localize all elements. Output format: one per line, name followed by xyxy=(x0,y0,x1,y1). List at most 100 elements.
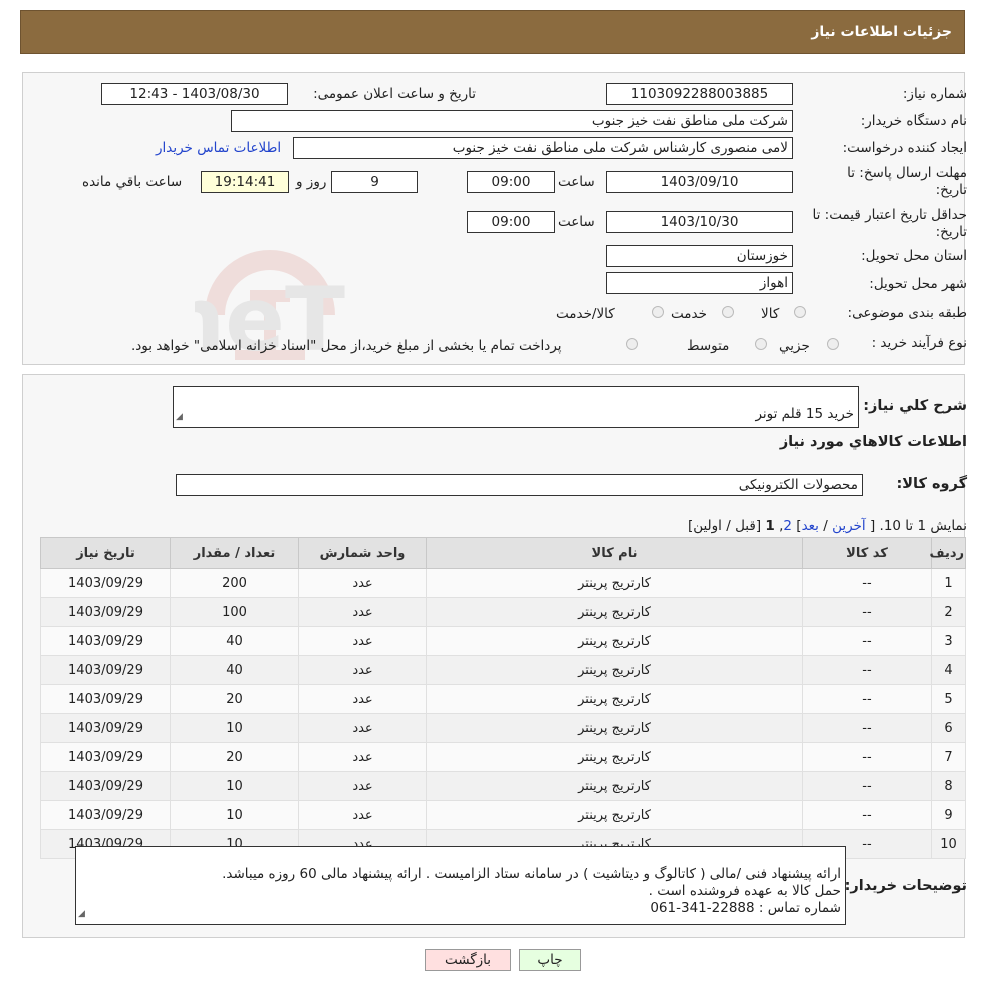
cell-item-name: کارتریج پرینتر xyxy=(426,713,803,743)
category-radio-goods-service[interactable] xyxy=(652,306,664,318)
table-header-row: رديف کد کالا نام کالا واحد شمارش تعداد /… xyxy=(40,537,966,569)
cell-need-date: 1403/09/29 xyxy=(40,655,171,685)
cell-row-number: 3 xyxy=(931,626,966,656)
deadline-label-2: تاریخ: xyxy=(935,182,967,198)
col-unit: واحد شمارش xyxy=(298,537,427,569)
cell-need-date: 1403/09/29 xyxy=(40,771,171,801)
cell-need-date: 1403/09/29 xyxy=(40,626,171,656)
page-title: جزئیات اطلاعات نیاز xyxy=(811,24,952,40)
summary-field: خرید 15 قلم تونر ◢ xyxy=(173,386,859,428)
cell-row-number: 4 xyxy=(931,655,966,685)
cell-item-name: کارتریج پرینتر xyxy=(426,626,803,656)
creator-field: لامی منصوری کارشناس شرکت ملی مناطق نفت خ… xyxy=(293,137,793,159)
process-radio-treasury[interactable] xyxy=(626,338,638,350)
process-radio-medium[interactable] xyxy=(755,338,767,350)
table-row: 8 -- کارتریج پرینتر عدد 10 1403/09/29 xyxy=(40,771,966,801)
cell-item-code: -- xyxy=(802,742,932,772)
cell-item-code: -- xyxy=(802,568,932,598)
validity-time-field: 09:00 xyxy=(467,211,555,233)
remaining-time-field: 19:14:41 xyxy=(201,171,289,193)
cell-row-number: 5 xyxy=(931,684,966,714)
cell-unit: عدد xyxy=(298,626,427,656)
days-remaining-field: 9 xyxy=(331,171,418,193)
page-next-link[interactable]: بعد xyxy=(802,518,819,534)
table-row: 3 -- کارتریج پرینتر عدد 40 1403/09/29 xyxy=(40,626,966,656)
resize-grip-icon[interactable]: ◢ xyxy=(176,409,183,426)
print-button[interactable]: چاپ xyxy=(519,949,581,971)
cell-need-date: 1403/09/29 xyxy=(40,597,171,627)
process-note: پرداخت تمام یا بخشی از مبلغ خرید،از محل … xyxy=(131,338,562,354)
cell-item-name: کارتریج پرینتر xyxy=(426,655,803,685)
remaining-label: ساعت باقي مانده xyxy=(82,174,183,190)
category-radio-service[interactable] xyxy=(722,306,734,318)
cell-item-code: -- xyxy=(802,626,932,656)
cell-item-code: -- xyxy=(802,800,932,830)
page-current: 1 xyxy=(765,518,775,534)
city-label: شهر محل تحویل: xyxy=(869,276,967,292)
cell-item-code: -- xyxy=(802,597,932,627)
days-label: روز و xyxy=(296,174,327,190)
deadline-label: مهلت ارسال پاسخ: تا xyxy=(847,165,967,181)
city-field: اهواز xyxy=(606,272,793,294)
process-label: نوع فرآیند خرید : xyxy=(871,335,967,351)
back-button[interactable]: بازگشت xyxy=(425,949,511,971)
page-2-link[interactable]: 2 xyxy=(783,518,792,534)
process-radio-minor[interactable] xyxy=(827,338,839,350)
goods-group-field: محصولات الکترونیکی xyxy=(176,474,863,496)
table-row: 4 -- کارتریج پرینتر عدد 40 1403/09/29 xyxy=(40,655,966,685)
items-heading: اطلاعات کالاهاي مورد نياز xyxy=(779,434,967,450)
cell-row-number: 10 xyxy=(931,829,966,859)
items-table: رديف کد کالا نام کالا واحد شمارش تعداد /… xyxy=(40,537,966,859)
cell-quantity: 20 xyxy=(170,742,299,772)
process-option-medium: متوسط xyxy=(687,338,730,354)
deadline-time-field: 09:00 xyxy=(467,171,555,193)
validity-label: حداقل تاریخ اعتبار قیمت: تا xyxy=(812,207,967,223)
cell-item-name: کارتریج پرینتر xyxy=(426,742,803,772)
cell-quantity: 10 xyxy=(170,713,299,743)
cell-quantity: 40 xyxy=(170,655,299,685)
cell-row-number: 1 xyxy=(931,568,966,598)
goods-group-label: گروه کالا: xyxy=(896,476,967,492)
buyer-org-label: نام دستگاه خریدار: xyxy=(860,113,967,129)
page-header: جزئیات اطلاعات نیاز xyxy=(20,10,965,54)
need-number-label: شماره نیاز: xyxy=(902,86,967,102)
category-label: طبقه بندی موضوعی: xyxy=(847,305,967,321)
cell-row-number: 6 xyxy=(931,713,966,743)
cell-unit: عدد xyxy=(298,655,427,685)
table-row: 9 -- کارتریج پرینتر عدد 10 1403/09/29 xyxy=(40,800,966,830)
announce-label: تاریخ و ساعت اعلان عمومی: xyxy=(313,86,476,102)
col-need-date: تاریخ نیاز xyxy=(40,537,171,569)
cell-unit: عدد xyxy=(298,742,427,772)
cell-unit: عدد xyxy=(298,713,427,743)
col-item-name: نام کالا xyxy=(426,537,803,569)
cell-row-number: 2 xyxy=(931,597,966,627)
creator-label: ایجاد کننده درخواست: xyxy=(842,140,967,156)
announce-datetime-field: 1403/08/30 - 12:43 xyxy=(101,83,288,105)
buyer-org-field: شرکت ملی مناطق نفت خیز جنوب xyxy=(231,110,793,132)
buyer-contact-link[interactable]: اطلاعات تماس خریدار xyxy=(156,140,281,156)
table-row: 7 -- کارتریج پرینتر عدد 20 1403/09/29 xyxy=(40,742,966,772)
cell-quantity: 10 xyxy=(170,771,299,801)
cell-item-name: کارتریج پرینتر xyxy=(426,684,803,714)
pagination-suffix: [قبل / اولین] xyxy=(687,518,762,534)
col-quantity: تعداد / مقدار xyxy=(170,537,299,569)
cell-item-name: کارتریج پرینتر xyxy=(426,771,803,801)
province-field: خوزستان xyxy=(606,245,793,267)
buyer-notes-label: توضیحات خریدار: xyxy=(844,878,967,894)
pagination-prefix: نمایش 1 تا 10. [ xyxy=(869,518,967,534)
cell-need-date: 1403/09/29 xyxy=(40,800,171,830)
summary-text: خرید 15 قلم تونر xyxy=(755,406,854,422)
table-row: 6 -- کارتریج پرینتر عدد 10 1403/09/29 xyxy=(40,713,966,743)
table-row: 2 -- کارتریج پرینتر عدد 100 1403/09/29 xyxy=(40,597,966,627)
category-radio-goods[interactable] xyxy=(794,306,806,318)
cell-unit: عدد xyxy=(298,684,427,714)
process-option-minor: جزيي xyxy=(779,338,810,354)
cell-unit: عدد xyxy=(298,800,427,830)
cell-quantity: 40 xyxy=(170,626,299,656)
page-last-link[interactable]: آخرین xyxy=(832,518,866,534)
cell-quantity: 10 xyxy=(170,800,299,830)
cell-item-name: کارتریج پرینتر xyxy=(426,568,803,598)
cell-row-number: 7 xyxy=(931,742,966,772)
deadline-time-label: ساعت xyxy=(558,174,595,190)
resize-grip-icon[interactable]: ◢ xyxy=(78,906,85,923)
